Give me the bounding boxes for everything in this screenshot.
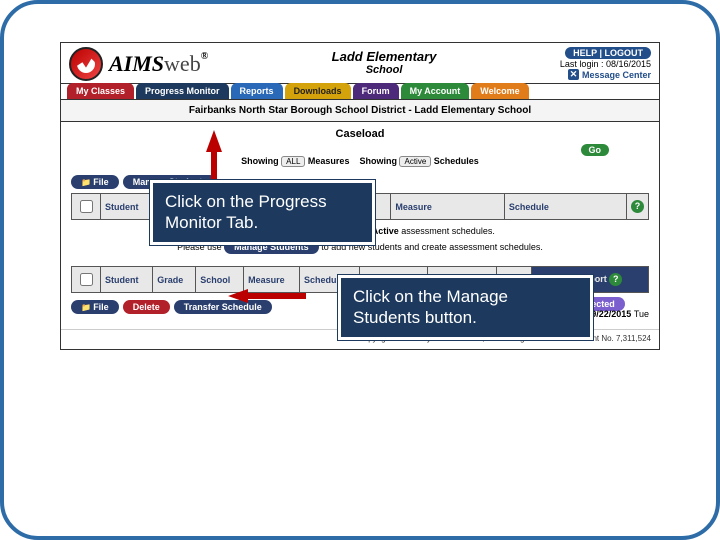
col2-measure[interactable]: Measure bbox=[244, 267, 300, 293]
logo-icon bbox=[69, 47, 103, 81]
note-active: Active bbox=[372, 226, 399, 236]
logo-reg: ® bbox=[201, 51, 208, 62]
school-line1: Ladd Elementary bbox=[332, 49, 437, 64]
message-center-label: Message Center bbox=[582, 70, 651, 80]
arrow-progress-monitor bbox=[206, 130, 222, 152]
tab-my-account[interactable]: My Account bbox=[401, 83, 470, 99]
go-button[interactable]: Go bbox=[581, 144, 610, 156]
tab-forum[interactable]: Forum bbox=[353, 83, 399, 99]
breadcrumb: Fairbanks North Star Borough School Dist… bbox=[61, 99, 659, 122]
file-button-1[interactable]: File bbox=[71, 175, 119, 189]
filter-active-select[interactable]: Active bbox=[399, 156, 431, 167]
header: AIMSweb® Ladd Elementary School HELP | L… bbox=[61, 43, 659, 84]
note-text2: assessment schedules. bbox=[399, 226, 495, 236]
col2-grade[interactable]: Grade bbox=[153, 267, 196, 293]
school-title: Ladd Elementary School bbox=[208, 47, 560, 76]
schedules-label: Schedules bbox=[434, 156, 479, 166]
today-date: 09/22/2015 bbox=[586, 309, 631, 319]
transfer-schedule-button[interactable]: Transfer Schedule bbox=[174, 300, 272, 314]
last-login: Last login : 08/16/2015 bbox=[560, 59, 651, 69]
tab-my-classes[interactable]: My Classes bbox=[67, 83, 134, 99]
tab-progress-monitor[interactable]: Progress Monitor bbox=[136, 83, 229, 99]
tab-reports[interactable]: Reports bbox=[231, 83, 283, 99]
logo-suffix: web bbox=[164, 51, 201, 76]
logo-main: AIMS bbox=[109, 51, 164, 76]
message-center-link[interactable]: ✕ Message Center bbox=[560, 69, 651, 80]
arrow-manage-students bbox=[228, 289, 248, 303]
filter-all-select[interactable]: ALL bbox=[281, 156, 305, 167]
delete-button[interactable]: Delete bbox=[123, 300, 170, 314]
callout-manage-students: Click on the Manage Students button. bbox=[338, 275, 593, 340]
showing-label-1: Showing bbox=[241, 156, 279, 166]
help-col-1[interactable]: ? bbox=[627, 194, 649, 220]
measures-label: Measures bbox=[308, 156, 350, 166]
help-icon[interactable]: ? bbox=[609, 273, 622, 286]
logo-text: AIMSweb® bbox=[109, 51, 208, 77]
today-day: Tue bbox=[634, 309, 649, 319]
help-logout-button[interactable]: HELP | LOGOUT bbox=[565, 47, 651, 59]
tab-bar: My Classes Progress Monitor Reports Down… bbox=[61, 83, 659, 99]
col-measure[interactable]: Measure bbox=[391, 194, 504, 220]
col2-student[interactable]: Student bbox=[101, 267, 153, 293]
select-all-1[interactable] bbox=[72, 194, 101, 220]
panel-heading: Caseload bbox=[71, 128, 649, 140]
logo: AIMSweb® bbox=[69, 47, 208, 81]
tab-downloads[interactable]: Downloads bbox=[285, 83, 351, 99]
tab-welcome[interactable]: Welcome bbox=[471, 83, 528, 99]
filter-row: Showing ALL Measures Showing Active Sche… bbox=[71, 156, 649, 167]
school-line2: School bbox=[208, 64, 560, 76]
select-all-2[interactable] bbox=[72, 267, 101, 293]
callout-progress-monitor: Click on the Progress Monitor Tab. bbox=[150, 180, 375, 245]
col-schedule[interactable]: Schedule bbox=[504, 194, 626, 220]
header-right: HELP | LOGOUT Last login : 08/16/2015 ✕ … bbox=[560, 47, 651, 80]
showing-label-2: Showing bbox=[359, 156, 397, 166]
message-icon: ✕ bbox=[568, 69, 579, 80]
file-button-2[interactable]: File bbox=[71, 300, 119, 314]
